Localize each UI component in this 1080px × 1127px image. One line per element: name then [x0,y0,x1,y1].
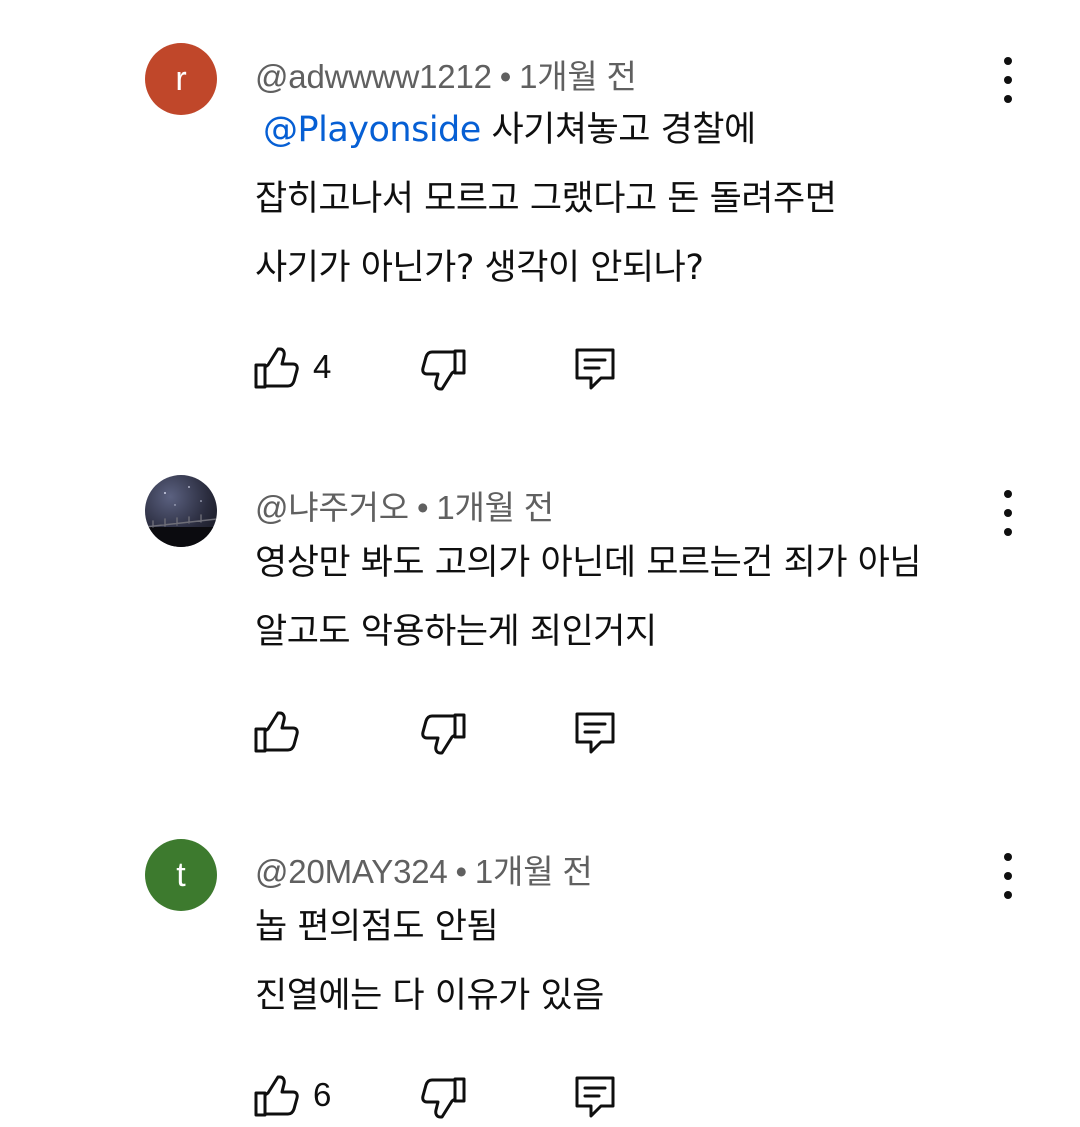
avatar[interactable]: r [145,43,217,115]
comment-line: 영상만 봐도 고의가 아닌데 모르는건 죄가 아님 [255,543,922,583]
thumb-down-icon[interactable] [421,710,467,756]
comment-line: 진열에는 다 이유가 있음 [255,976,604,1016]
comment-line: 알고도 악용하는게 죄인거지 [255,612,657,652]
comment-text: 영상만 봐도 고의가 아닌데 모르는건 죄가 아님 알고도 악용하는게 죄인거지 [255,529,922,667]
more-vert-icon [1004,57,1012,65]
timestamp[interactable]: 1개월 전 [475,853,593,890]
more-vert-icon [1004,490,1012,498]
more-options-button[interactable] [992,57,1024,103]
thumb-up-icon[interactable] [253,1074,299,1120]
avatar[interactable] [145,475,217,547]
separator: • [455,853,468,890]
thumb-down-icon[interactable] [421,346,467,392]
avatar-letter: r [175,59,187,98]
more-options-button[interactable] [992,853,1024,899]
comment-header: @20MAY324 • 1개월 전 [255,845,593,893]
author-handle[interactable]: @adwwww1212 [255,58,492,95]
thumb-up-icon[interactable] [253,710,299,756]
comment-actions: 4 [0,346,1080,396]
comment-text: 놉 편의점도 안됨 진열에는 다 이유가 있음 [255,893,604,1031]
more-options-button[interactable] [992,490,1024,536]
thumb-down-icon[interactable] [421,1074,467,1120]
author-handle[interactable]: @냐주거오 [255,489,409,526]
comment-line: 잡히고나서 모르고 그랬다고 돈 돌려주면 [255,179,837,219]
author-handle[interactable]: @20MAY324 [255,853,448,890]
timestamp[interactable]: 1개월 전 [519,58,637,95]
like-count: 6 [313,1076,332,1113]
comment-line: 사기쳐놓고 경찰에 [491,110,756,150]
comment-reply-icon[interactable] [573,346,619,392]
avatar-letter: t [176,855,186,894]
thumb-up-icon[interactable] [253,346,299,392]
comment-actions: 6 [0,1074,1080,1124]
separator: • [499,58,512,95]
comment-line: 사기가 아닌가? 생각이 안되나? [255,248,704,288]
like-count: 4 [313,348,332,385]
comment-header: @냐주거오 • 1개월 전 [255,481,554,529]
comment-reply-icon[interactable] [573,1074,619,1120]
comment-line: 놉 편의점도 안됨 [255,907,499,947]
timestamp[interactable]: 1개월 전 [436,489,554,526]
comment-actions [0,710,1080,760]
comment-reply-icon[interactable] [573,710,619,756]
more-vert-icon [1004,853,1012,861]
comment-header: @adwwww1212 • 1개월 전 [255,50,637,98]
avatar[interactable]: t [145,839,217,911]
separator: • [416,489,429,526]
mention-link[interactable]: @Playonside [263,110,481,150]
comment-text: @Playonside 사기쳐놓고 경찰에 잡히고나서 모르고 그랬다고 돈 돌… [255,96,837,303]
avatar-image [145,486,217,547]
